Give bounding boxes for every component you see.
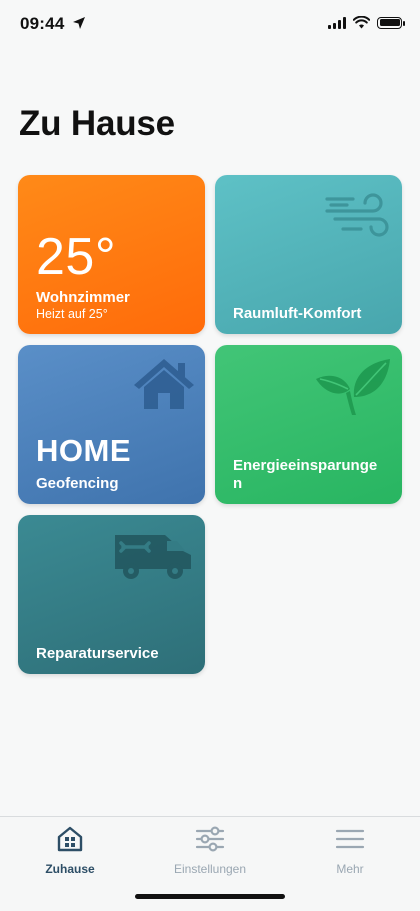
tile-heating-label: Wohnzimmer [36,289,130,306]
leaves-icon [316,359,390,415]
temperature-value: 25° [36,228,117,286]
tile-heating[interactable]: 25° Wohnzimmer Heizt auf 25° [18,175,205,334]
tab-more-label: Mehr [336,862,364,876]
tile-energy-savings[interactable]: Energieeinsparungen [215,345,402,504]
tile-repair-service-label: Reparaturservice [36,645,159,662]
page-title: Zu Hause [19,104,175,143]
status-bar: 09:44 [0,0,420,50]
tab-more[interactable]: Mehr [280,825,420,876]
tile-geofencing-label: Geofencing [36,475,119,492]
sliders-icon [195,826,225,852]
home-indicator [135,894,285,899]
tile-energy-savings-label: Energieeinsparungen [233,457,378,492]
tab-home-label: Zuhause [45,862,95,876]
status-time: 09:44 [20,14,65,33]
geofencing-status: HOME [36,433,131,468]
tab-settings[interactable]: Einstellungen [140,825,280,876]
tab-home[interactable]: Zuhause [0,825,140,876]
tab-settings-label: Einstellungen [173,862,247,876]
tile-heating-sublabel: Heizt auf 25° [36,307,108,321]
tile-air-comfort-label: Raumluft-Komfort [233,305,362,322]
battery-icon [377,16,405,29]
wifi-icon [353,16,370,29]
van-wrench-icon [115,535,191,579]
signal-icon [328,16,346,29]
tile-geofencing[interactable]: HOME Geofencing [18,345,205,504]
menu-icon [335,829,365,849]
tile-repair-service[interactable]: Reparaturservice [18,515,205,674]
house-icon [134,359,194,409]
wind-icon [325,193,389,237]
location-arrow-icon [73,17,85,29]
home-grid-icon [57,826,83,852]
tile-air-comfort[interactable]: Raumluft-Komfort [215,175,402,334]
